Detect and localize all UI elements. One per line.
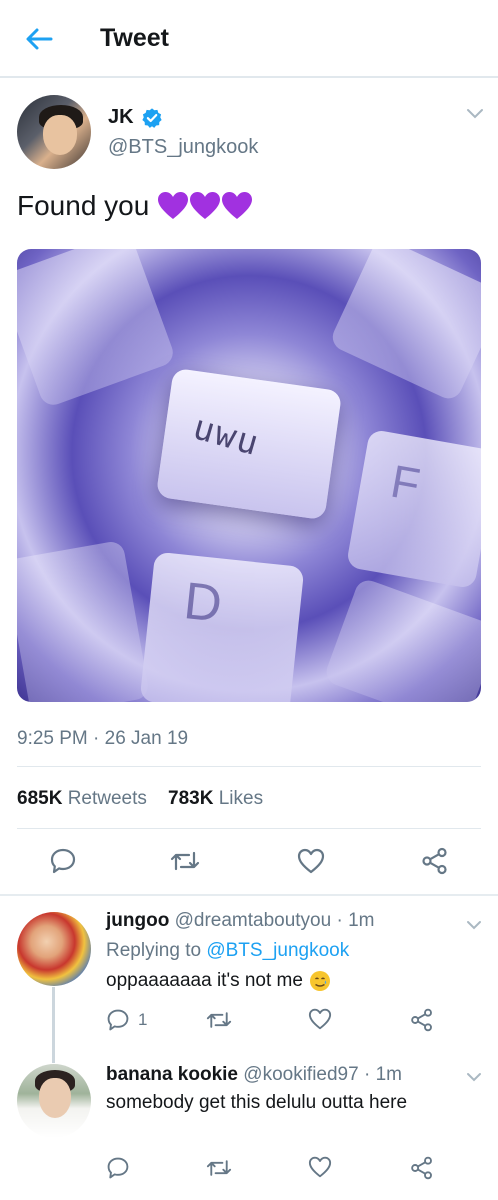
tweet-stats: 685K Retweets 783K Likes [17, 788, 263, 810]
heart-icon [297, 848, 325, 874]
retweets-stat[interactable]: 685K Retweets [17, 788, 147, 809]
reply-time: · 1m [331, 910, 375, 931]
reply-icon [107, 1009, 129, 1031]
like-button[interactable] [296, 846, 326, 876]
like-button[interactable] [308, 1156, 332, 1178]
thread-connector-line [52, 987, 55, 1063]
verified-badge-icon [142, 108, 162, 128]
chevron-down-icon[interactable] [466, 920, 482, 930]
keyboard-key-d: D [139, 551, 305, 702]
retweet-button[interactable] [206, 1008, 232, 1032]
reply-author-name[interactable]: banana kookie [106, 1064, 238, 1085]
reply-time: · 1m [358, 1064, 402, 1085]
reply-author-handle[interactable]: @kookified97 [243, 1064, 358, 1085]
reply-header: jungoo @dreamtaboutyou · 1m [106, 910, 374, 932]
retweet-button[interactable] [170, 846, 200, 876]
reply-text: somebody get this delulu outta here [106, 1092, 408, 1113]
reply-avatar[interactable] [17, 912, 91, 986]
share-button[interactable] [410, 1008, 434, 1032]
reply-button[interactable] [106, 1156, 130, 1180]
author-handle[interactable]: @BTS_jungkook [108, 136, 258, 159]
share-icon [411, 1008, 432, 1032]
page-title: Tweet [100, 24, 169, 52]
reply-count: 1 [138, 1010, 148, 1029]
retweet-button[interactable] [206, 1156, 232, 1180]
purple-heart-icon [222, 192, 253, 219]
top-app-bar: Tweet [0, 0, 498, 78]
share-button[interactable] [410, 1156, 434, 1180]
tweet-text: Found you [17, 190, 253, 222]
reply-author-handle[interactable]: @dreamtaboutyou [175, 910, 332, 931]
share-button[interactable] [420, 846, 450, 876]
reply-button[interactable] [48, 846, 78, 876]
heart-icon [308, 1008, 332, 1030]
purple-hearts-emoji [157, 191, 253, 221]
share-icon [422, 847, 447, 875]
reply-header: banana kookie @kookified97 · 1m [106, 1064, 402, 1086]
reply-icon [107, 1157, 129, 1179]
tweet-timestamp: 9:25 PM · 26 Jan 19 [17, 728, 189, 749]
chevron-down-icon[interactable] [466, 108, 484, 120]
arrow-left-icon [26, 28, 53, 50]
reply-avatar[interactable] [17, 1064, 91, 1138]
like-button[interactable] [308, 1008, 332, 1030]
share-icon [411, 1156, 432, 1180]
smiling-with-tear-emoji-icon [309, 971, 330, 991]
reply-text: oppaaaaaaa it's not me [106, 970, 331, 992]
tweet-media-image[interactable]: F D uwu [17, 249, 481, 702]
keyboard-key-f: F [345, 428, 481, 590]
purple-heart-icon [190, 192, 221, 219]
reply-author-name[interactable]: jungoo [106, 910, 169, 931]
keyboard-key-uwu: uwu [155, 367, 343, 521]
likes-stat[interactable]: 783K Likes [168, 788, 263, 809]
heart-icon [308, 1156, 332, 1178]
author-avatar[interactable] [17, 95, 91, 169]
retweet-icon [206, 1160, 232, 1176]
reply-button[interactable]: 1 [106, 1008, 147, 1032]
mention-link[interactable]: @BTS_jungkook [206, 940, 349, 961]
retweet-icon [206, 1012, 232, 1028]
reply-icon [50, 848, 76, 874]
tweet-text-content: Found you [17, 190, 150, 221]
chevron-down-icon[interactable] [466, 1072, 482, 1082]
divider [17, 766, 481, 767]
replying-to-line: Replying to @BTS_jungkook [106, 940, 350, 961]
author-name[interactable]: JK [108, 106, 134, 129]
retweet-icon [170, 851, 200, 871]
back-button[interactable] [22, 22, 56, 56]
section-divider [0, 894, 498, 896]
purple-heart-icon [158, 192, 189, 219]
divider [17, 828, 481, 829]
